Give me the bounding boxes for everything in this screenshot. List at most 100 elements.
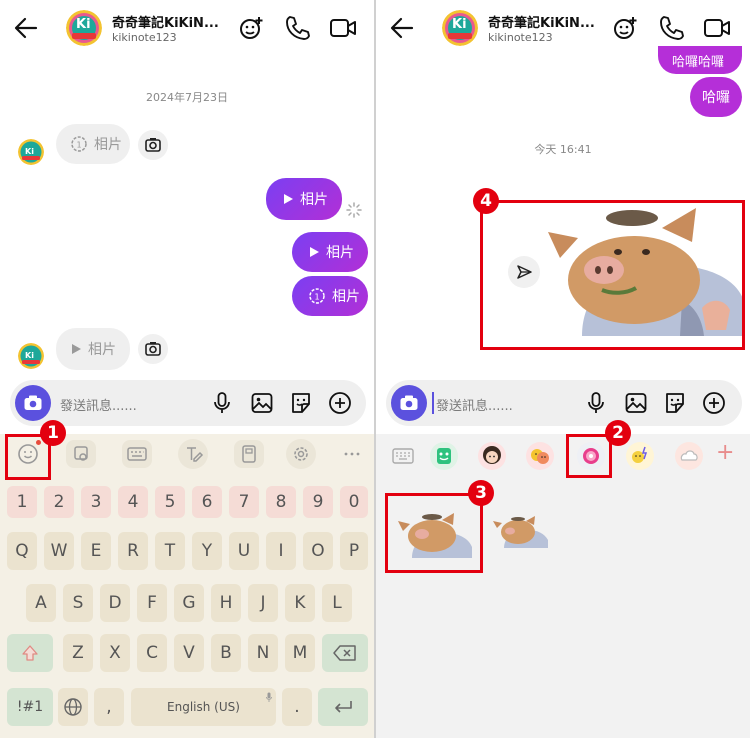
back-arrow-icon[interactable] bbox=[10, 12, 42, 44]
keyboard-layout-tool[interactable] bbox=[122, 440, 152, 468]
key-u[interactable]: U bbox=[229, 532, 259, 570]
key-n[interactable]: N bbox=[248, 634, 278, 672]
keyboard-switch-icon[interactable] bbox=[390, 444, 416, 468]
add-icon[interactable] bbox=[702, 391, 726, 415]
key-f[interactable]: F bbox=[137, 584, 167, 622]
effects-icon[interactable] bbox=[610, 13, 640, 43]
key-a[interactable]: A bbox=[26, 584, 56, 622]
sticker-tab-cloud[interactable] bbox=[675, 442, 703, 470]
settings-tool[interactable] bbox=[286, 439, 316, 469]
key-j[interactable]: J bbox=[248, 584, 278, 622]
camera-reply-button[interactable] bbox=[138, 334, 168, 364]
sticker-tab-sparkle[interactable] bbox=[626, 442, 654, 470]
sticker-tab-girl[interactable] bbox=[478, 442, 506, 470]
message-bubble-outgoing[interactable]: 相片 bbox=[292, 232, 368, 272]
key-z[interactable]: Z bbox=[63, 634, 93, 672]
key-1[interactable]: 1 bbox=[7, 486, 37, 518]
key-o[interactable]: O bbox=[303, 532, 333, 570]
key-2[interactable]: 2 bbox=[44, 486, 74, 518]
key-s[interactable]: S bbox=[63, 584, 93, 622]
key-e[interactable]: E bbox=[81, 532, 111, 570]
phone-icon[interactable] bbox=[656, 13, 686, 43]
key-d[interactable]: D bbox=[100, 584, 130, 622]
key-p[interactable]: P bbox=[340, 532, 368, 570]
sticker-icon[interactable] bbox=[663, 391, 687, 415]
message-bubble-outgoing[interactable]: 相片 bbox=[266, 178, 342, 220]
shift-key[interactable] bbox=[7, 634, 53, 672]
key-x[interactable]: X bbox=[100, 634, 130, 672]
phone-icon[interactable] bbox=[282, 13, 312, 43]
comma-key[interactable]: , bbox=[94, 688, 124, 726]
key-c[interactable]: C bbox=[137, 634, 167, 672]
clipboard-icon bbox=[242, 445, 256, 463]
key-0[interactable]: 0 bbox=[340, 486, 368, 518]
enter-icon bbox=[335, 701, 352, 713]
key-7[interactable]: 7 bbox=[229, 486, 259, 518]
image-search-tool[interactable] bbox=[66, 440, 96, 468]
key-6[interactable]: 6 bbox=[192, 486, 222, 518]
contact-avatar[interactable]: Ki bbox=[66, 10, 102, 46]
message-bubble-outgoing[interactable]: 哈囉 bbox=[690, 77, 742, 117]
message-bubble-outgoing[interactable]: 哈囉哈囉 bbox=[658, 46, 742, 74]
key-l[interactable]: L bbox=[322, 584, 352, 622]
period-key[interactable]: . bbox=[282, 688, 312, 726]
camera-icon bbox=[145, 342, 161, 356]
back-arrow-icon[interactable] bbox=[386, 12, 418, 44]
camera-button[interactable] bbox=[15, 385, 51, 421]
key-k[interactable]: K bbox=[285, 584, 315, 622]
svg-text:Ki: Ki bbox=[25, 351, 34, 360]
contact-avatar[interactable]: Ki bbox=[442, 10, 478, 46]
camera-button[interactable] bbox=[391, 385, 427, 421]
message-bubble-incoming[interactable]: 1 相片 bbox=[56, 124, 130, 164]
microphone-icon[interactable] bbox=[210, 391, 234, 415]
message-bubble-outgoing[interactable]: 1 相片 bbox=[292, 276, 368, 316]
microphone-icon[interactable] bbox=[584, 391, 608, 415]
key-5[interactable]: 5 bbox=[155, 486, 185, 518]
space-key[interactable]: English (US) bbox=[131, 688, 276, 726]
key-v[interactable]: V bbox=[174, 634, 204, 672]
key-4[interactable]: 4 bbox=[118, 486, 148, 518]
sticker-tab-faces[interactable] bbox=[526, 442, 554, 470]
more-options-icon[interactable] bbox=[340, 442, 364, 466]
effects-icon[interactable] bbox=[236, 13, 266, 43]
key-y[interactable]: Y bbox=[192, 532, 222, 570]
message-text: 相片 bbox=[326, 245, 354, 261]
play-icon bbox=[310, 247, 319, 257]
key-m[interactable]: M bbox=[285, 634, 315, 672]
add-sticker-pack-button[interactable]: + bbox=[716, 440, 734, 465]
contact-name[interactable]: 奇奇筆記KiKiN... bbox=[112, 12, 219, 31]
pig-sticker-option-2[interactable] bbox=[490, 516, 548, 548]
video-call-icon[interactable] bbox=[702, 13, 732, 43]
gallery-icon[interactable] bbox=[624, 391, 648, 415]
key-8[interactable]: 8 bbox=[266, 486, 296, 518]
sticker-tab-bot[interactable] bbox=[430, 442, 458, 470]
camera-icon bbox=[400, 395, 418, 410]
gallery-icon[interactable] bbox=[250, 391, 274, 415]
key-q[interactable]: Q bbox=[7, 532, 37, 570]
add-icon[interactable] bbox=[328, 391, 352, 415]
key-h[interactable]: H bbox=[211, 584, 241, 622]
video-call-icon[interactable] bbox=[328, 13, 358, 43]
message-bubble-incoming[interactable]: 相片 bbox=[56, 328, 130, 370]
key-r[interactable]: R bbox=[118, 532, 148, 570]
clipboard-tool[interactable] bbox=[234, 440, 264, 468]
message-input[interactable]: 發送訊息...... bbox=[436, 395, 513, 414]
handwriting-tool[interactable] bbox=[178, 439, 208, 469]
enter-key[interactable] bbox=[318, 688, 368, 726]
sticker-icon[interactable] bbox=[289, 391, 313, 415]
backspace-key[interactable] bbox=[322, 634, 368, 672]
key-9[interactable]: 9 bbox=[303, 486, 333, 518]
key-3[interactable]: 3 bbox=[81, 486, 111, 518]
symbols-key[interactable]: !#1 bbox=[7, 688, 53, 726]
key-w[interactable]: W bbox=[44, 532, 74, 570]
key-g[interactable]: G bbox=[174, 584, 204, 622]
key-i[interactable]: I bbox=[266, 532, 296, 570]
language-key[interactable] bbox=[58, 688, 88, 726]
camera-reply-button[interactable] bbox=[138, 130, 168, 160]
contact-name[interactable]: 奇奇筆記KiKiN... bbox=[488, 12, 595, 31]
key-t[interactable]: T bbox=[155, 532, 185, 570]
key-b[interactable]: B bbox=[211, 634, 241, 672]
play-icon bbox=[284, 194, 293, 204]
message-input[interactable]: 發送訊息...... bbox=[60, 395, 137, 414]
message-composer: 發送訊息...... bbox=[386, 380, 742, 426]
